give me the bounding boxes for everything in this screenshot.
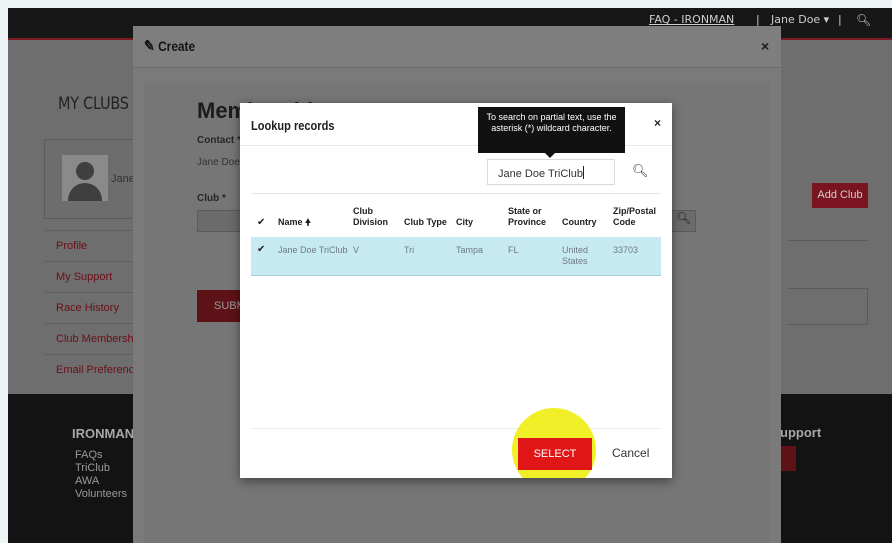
right-panel bbox=[788, 288, 868, 325]
create-modal-title: ✎ Create bbox=[144, 37, 195, 55]
lookup-title: Lookup records bbox=[251, 118, 335, 133]
contact-label: Contact * bbox=[197, 135, 241, 146]
column-header-country[interactable]: Country bbox=[562, 217, 597, 228]
lookup-records-dialog: Lookup records × Jane Doe TriClub 🔍︎ ✔ N… bbox=[240, 103, 672, 478]
footer-title: IRONMAN bbox=[72, 426, 135, 441]
row-check-icon[interactable]: ✔ bbox=[257, 244, 265, 255]
column-header-zip[interactable]: Zip/Postal Code bbox=[613, 206, 656, 228]
column-header-city[interactable]: City bbox=[456, 217, 473, 228]
avatar bbox=[62, 155, 108, 201]
create-modal-header: ✎ Create × bbox=[133, 26, 781, 68]
profile-name: Jane bbox=[111, 173, 135, 185]
search-icon[interactable]: 🔍︎ bbox=[856, 13, 871, 27]
cell-club-type: Tri bbox=[404, 245, 415, 255]
column-header-state[interactable]: State or Province bbox=[508, 206, 546, 228]
cancel-button[interactable]: Cancel bbox=[612, 446, 649, 460]
text-cursor bbox=[583, 166, 584, 179]
club-label: Club * bbox=[197, 193, 226, 204]
cell-name: Jane Doe TriClub bbox=[278, 245, 348, 255]
select-button[interactable]: SELECT bbox=[518, 438, 592, 470]
divider bbox=[251, 193, 661, 194]
column-header-club-division[interactable]: Club Division bbox=[353, 206, 388, 228]
faq-link[interactable]: FAQ - IRONMAN bbox=[649, 13, 734, 26]
cell-city: Tampa bbox=[456, 245, 484, 255]
club-input[interactable] bbox=[197, 210, 244, 232]
divider bbox=[251, 428, 661, 429]
column-header-name[interactable]: Name 🠝 bbox=[278, 217, 311, 228]
sort-ascending-icon: 🠝 bbox=[305, 217, 311, 227]
nav-divider: | bbox=[838, 13, 842, 26]
footer-link-triclub[interactable]: TriClub bbox=[75, 462, 110, 474]
table-row[interactable] bbox=[251, 237, 661, 276]
column-header-club-type[interactable]: Club Type bbox=[404, 217, 447, 228]
contact-value: Jane Doe bbox=[197, 157, 240, 168]
cell-division: V bbox=[353, 245, 360, 255]
footer-link-awa[interactable]: AWA bbox=[75, 475, 99, 487]
search-icon[interactable]: 🔍︎ bbox=[632, 163, 649, 179]
submit-button[interactable]: SUBMIT bbox=[197, 290, 244, 322]
footer-support-title: upport bbox=[780, 425, 822, 440]
divider bbox=[788, 240, 868, 241]
club-search-icon[interactable]: 🔍︎ bbox=[676, 211, 691, 225]
cell-country: United States bbox=[562, 245, 589, 266]
nav-divider: | bbox=[756, 13, 760, 26]
edit-icon: ✎ bbox=[144, 38, 155, 55]
cell-state: FL bbox=[508, 245, 519, 255]
add-club-button[interactable]: Add Club bbox=[812, 183, 868, 208]
footer-link-faqs[interactable]: FAQs bbox=[75, 449, 103, 461]
page-title: MY CLUBS bbox=[58, 94, 129, 114]
cell-zip: 33703 bbox=[613, 245, 639, 255]
close-icon[interactable]: × bbox=[761, 38, 769, 54]
create-title-text: Create bbox=[158, 38, 196, 54]
search-tooltip: To search on partial text, use the aster… bbox=[478, 107, 625, 158]
lookup-search-input[interactable]: Jane Doe TriClub bbox=[487, 159, 615, 185]
select-all-check-icon[interactable]: ✔ bbox=[257, 217, 265, 228]
close-icon[interactable]: × bbox=[654, 116, 661, 130]
lookup-search-value: Jane Doe TriClub bbox=[498, 168, 583, 180]
footer-link-volunteers[interactable]: Volunteers bbox=[75, 488, 127, 500]
user-menu[interactable]: Jane Doe ▾ bbox=[771, 13, 829, 26]
